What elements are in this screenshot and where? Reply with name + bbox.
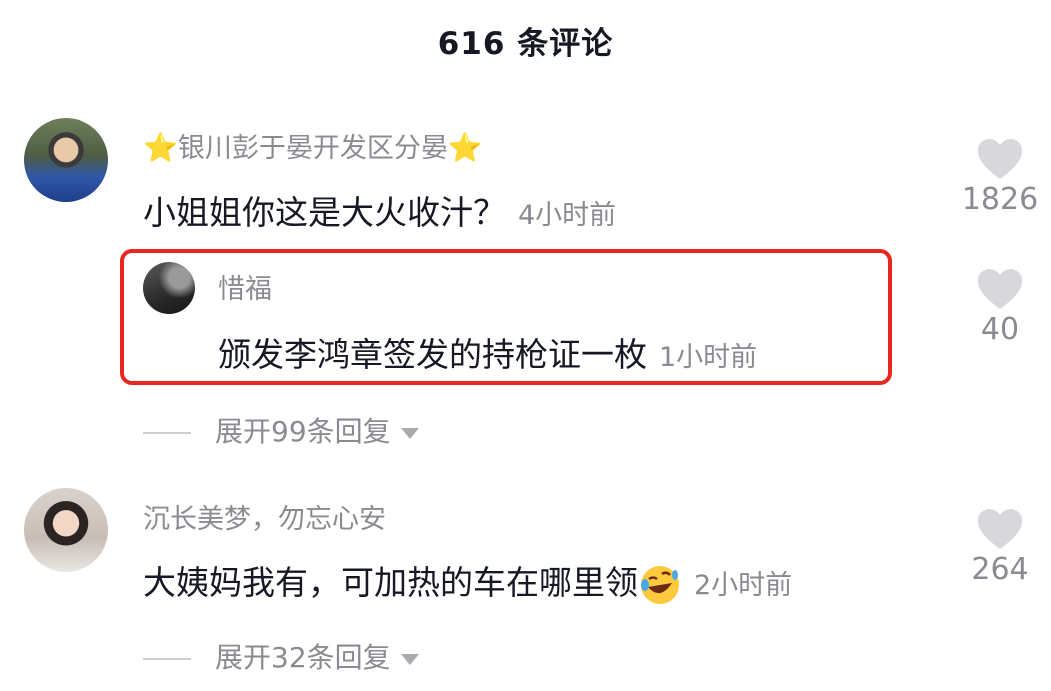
heart-icon	[978, 509, 1022, 549]
reply-avatar[interactable]	[143, 262, 195, 314]
author-name-text: 银川彭于晏开发区分晏	[177, 133, 448, 164]
like-count: 1826	[961, 182, 1039, 217]
reply-time: 1小时前	[659, 342, 758, 373]
triangle-down-icon	[400, 427, 419, 439]
comment-body: 大姨妈我有，可加热的车在哪里领	[143, 563, 638, 602]
heart-icon	[978, 139, 1022, 179]
comment-body: 小姐姐你这是大火收汁？	[143, 193, 506, 232]
like-button[interactable]: 1826	[945, 138, 1051, 217]
heart-icon	[978, 269, 1022, 309]
expand-replies-label: 展开32条回复	[215, 641, 391, 674]
comment-time: 2小时前	[694, 570, 793, 601]
rolling-laughing-emoji	[641, 565, 679, 604]
expand-replies-button[interactable]: 展开32条回复	[143, 636, 419, 676]
like-count: 264	[971, 552, 1029, 587]
comment-text: 小姐姐你这是大火收汁？ 4小时前	[143, 186, 616, 234]
avatar[interactable]	[24, 488, 108, 572]
reply-like-button[interactable]: 40	[945, 268, 1051, 347]
reply-author-name[interactable]: 惜福	[218, 267, 272, 306]
expand-replies-label: 展开99条回复	[215, 415, 391, 448]
reply-text: 颁发李鸿章签发的持枪证一枚 1小时前	[218, 328, 757, 376]
comment-text: 大姨妈我有，可加热的车在哪里领 2小时前	[143, 556, 792, 607]
comment-time: 4小时前	[518, 200, 617, 231]
expand-replies-button[interactable]: 展开99条回复	[143, 410, 419, 450]
reply-body: 颁发李鸿章签发的持枪证一枚	[218, 335, 647, 374]
triangle-down-icon	[400, 653, 419, 665]
comment-count-title: 616 条评论	[437, 26, 614, 62]
comment-author-name[interactable]: 沉长美梦，勿忘心安	[143, 497, 386, 536]
like-button[interactable]: 264	[945, 508, 1051, 587]
comment-author-name[interactable]: ⭐银川彭于晏开发区分晏⭐	[143, 126, 483, 165]
star-icon: ⭐	[143, 131, 178, 164]
avatar[interactable]	[24, 118, 108, 202]
star-icon: ⭐	[447, 131, 483, 164]
divider-line	[143, 658, 191, 660]
reply-like-count: 40	[980, 312, 1020, 347]
divider-line	[143, 432, 191, 434]
